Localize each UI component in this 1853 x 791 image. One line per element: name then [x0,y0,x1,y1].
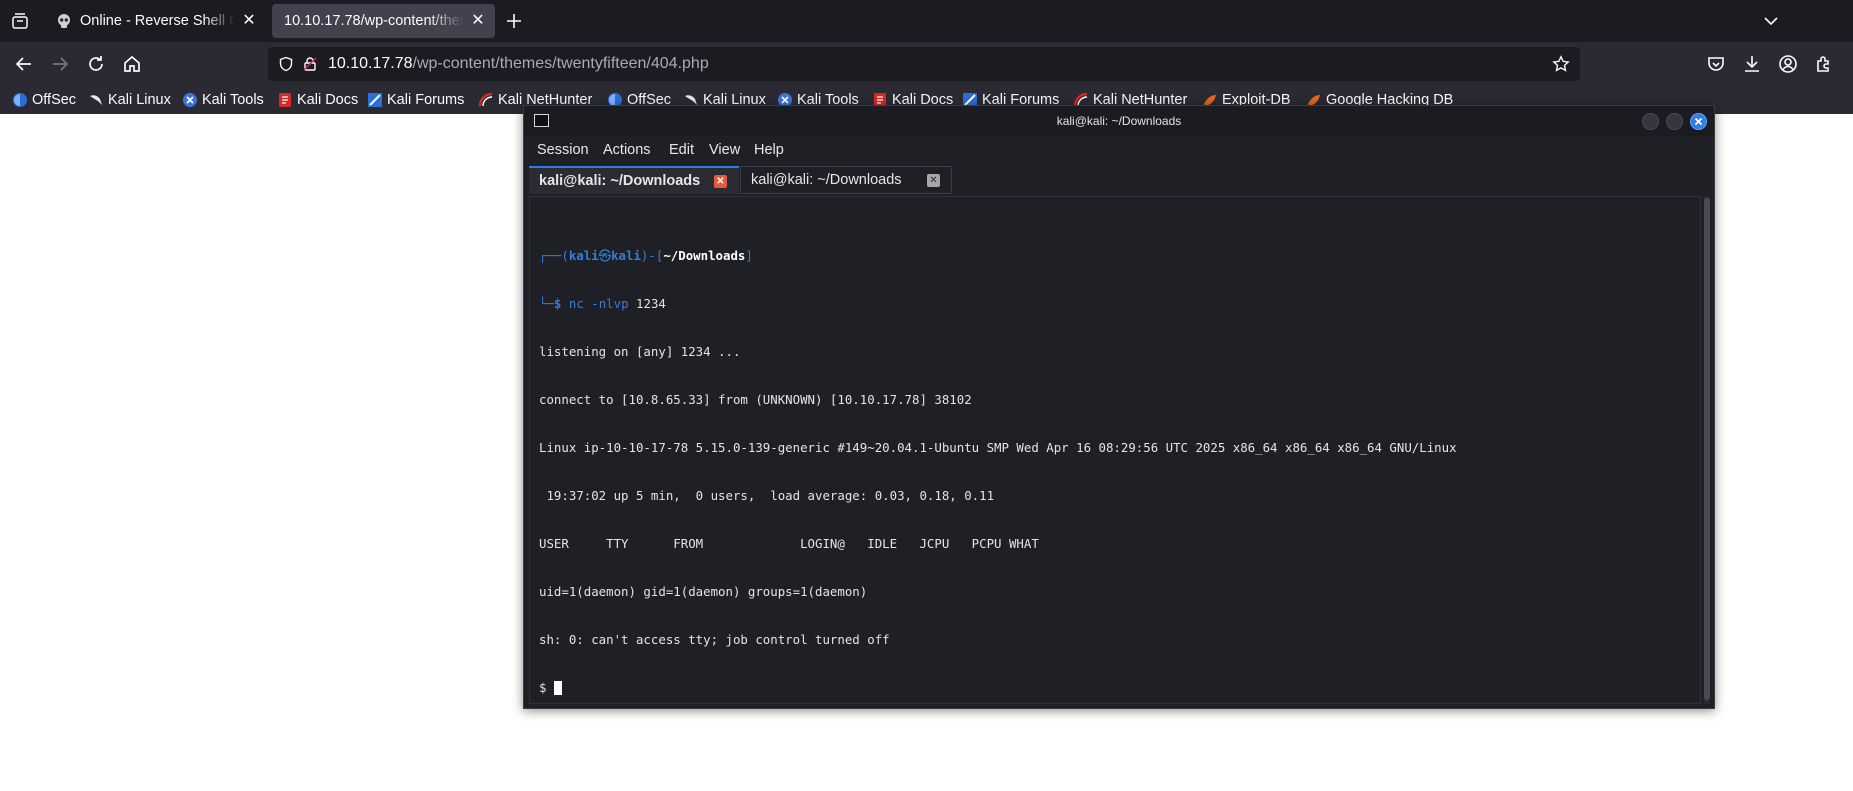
maximize-button[interactable] [1666,113,1683,130]
shell-prompt-line: $ [539,680,1457,696]
prompt-host: kali [611,248,641,263]
bookmark-item[interactable]: Kali Linux [88,91,171,109]
tab-title: 10.10.17.78/wp-content/then [284,13,464,29]
bookmark-item[interactable]: Kali Docs [277,91,358,109]
terminal-text: ┌──(kali㉿kali)-[~/Downloads] └─$ nc -nlv… [539,216,1457,728]
output-line: listening on [any] 1234 ... [539,344,741,359]
menu-actions[interactable]: Actions [603,142,651,158]
command-port: 1234 [636,296,666,311]
insecure-lock-icon[interactable] [302,56,318,72]
terminal-output-area[interactable]: ┌──(kali㉿kali)-[~/Downloads] └─$ nc -nlv… [529,196,1701,704]
reload-icon[interactable] [84,52,108,76]
shield-icon[interactable] [278,56,294,72]
output-line: uid=1(daemon) gid=1(daemon) groups=1(dae… [539,584,868,599]
bookmark-item[interactable]: OffSec [12,91,76,109]
kali-docs-icon [277,92,293,108]
prompt-at: ㉿ [598,248,612,263]
menu-help[interactable]: Help [754,142,784,158]
close-tab-icon[interactable]: ✕ [714,174,727,188]
terminal-tab-1[interactable]: kali@kali: ~/Downloads ✕ [529,166,739,194]
bookmark-label: Kali Linux [108,92,171,108]
prompt-frame: └─ [539,296,554,311]
output-line: 19:37:02 up 5 min, 0 users, load average… [539,488,995,503]
prompt-dir: ~/Downloads [663,248,746,263]
command-name: nc [568,296,584,311]
bookmark-label: Kali Forums [387,92,465,108]
browser-tab-reverse-shell[interactable]: Online - Reverse Shell Ge ✕ [44,4,266,38]
command-args: -nlvp [591,296,629,311]
bookmark-item[interactable]: Kali Forums [367,91,464,109]
prompt-frame: )-[ [640,248,664,263]
kali-forums-icon [367,92,383,108]
terminal-tab-label: kali@kali: ~/Downloads [751,172,902,188]
text-cursor [553,681,562,695]
prompt-user: kali [568,248,599,263]
url-text[interactable]: 10.10.17.78/wp-content/themes/twentyfift… [328,55,709,73]
shell-prompt: $ [539,680,554,695]
terminal-scrollbar[interactable] [1704,196,1710,704]
bookmark-label: Kali Tools [202,92,264,108]
terminal-tab-bar: kali@kali: ~/Downloads ✕ kali@kali: ~/Do… [524,164,1714,196]
skull-icon [56,13,72,29]
menu-view[interactable]: View [709,142,740,158]
forward-arrow-icon[interactable] [48,52,72,76]
output-line: USER TTY FROM LOGIN@ IDLE JCPU PCPU WHAT [539,536,1039,551]
offsec-icon [12,92,28,108]
prompt-frame: ┌──( [539,248,569,263]
prompt-line-2: └─$ nc -nlvp 1234 [539,296,1457,312]
extensions-icon[interactable] [1812,52,1836,76]
prompt-frame: ] [745,248,753,263]
close-tab-icon[interactable]: ✕ [927,173,940,187]
minimize-button[interactable] [1642,113,1659,130]
browser-tab-404[interactable]: 10.10.17.78/wp-content/then ✕ [272,4,495,38]
terminal-titlebar[interactable]: kali@kali: ~/Downloads [524,106,1714,136]
bookmark-star-icon[interactable] [1552,55,1570,73]
kali-dragon-icon [88,92,104,108]
close-window-button[interactable] [1690,113,1707,130]
bookmark-label: Kali Docs [297,92,359,108]
bookmark-item[interactable]: Kali Tools [182,91,264,109]
browser-navbar: 10.10.17.78/wp-content/themes/twentyfift… [0,42,1853,86]
chevron-down-icon[interactable] [1761,11,1781,31]
browser-tab-strip: Online - Reverse Shell Ge ✕ 10.10.17.78/… [0,0,1853,42]
close-tab-icon[interactable]: ✕ [241,13,257,29]
new-tab-icon[interactable] [503,10,525,32]
url-bar[interactable]: 10.10.17.78/wp-content/themes/twentyfift… [268,47,1580,81]
download-icon[interactable] [1740,52,1764,76]
output-line: sh: 0: can't access tty; job control tur… [539,632,890,647]
scrollbar-thumb[interactable] [1704,198,1710,700]
menu-session[interactable]: Session [537,142,589,158]
terminal-tab-label: kali@kali: ~/Downloads [539,173,701,189]
url-path: /wp-content/themes/twentyfifteen/404.php [412,55,709,72]
output-line: connect to [10.8.65.33] from (UNKNOWN) [… [539,392,972,407]
prompt-line-1: ┌──(kali㉿kali)-[~/Downloads] [539,248,1457,264]
terminal-menubar: Session Actions Edit View Help [524,136,1714,164]
close-tab-icon[interactable]: ✕ [470,13,486,29]
kali-tools-icon [182,92,198,108]
back-arrow-icon[interactable] [12,52,36,76]
bookmark-label: OffSec [32,92,77,108]
terminal-window[interactable]: kali@kali: ~/Downloads Session Actions E… [523,105,1715,709]
pocket-icon[interactable] [1704,52,1728,76]
terminal-title: kali@kali: ~/Downloads [1056,114,1182,128]
output-line: Linux ip-10-10-17-78 5.15.0-139-generic … [539,440,1457,455]
url-host: 10.10.17.78 [328,55,413,72]
prompt-symbol: $ [553,296,562,311]
account-icon[interactable] [1776,52,1800,76]
tab-list-icon[interactable] [8,9,32,33]
terminal-tab-2[interactable]: kali@kali: ~/Downloads ✕ [740,166,952,194]
home-icon[interactable] [120,52,144,76]
tab-title: Online - Reverse Shell Ge [80,13,235,29]
nethunter-icon [478,92,494,108]
menu-edit[interactable]: Edit [669,142,694,158]
